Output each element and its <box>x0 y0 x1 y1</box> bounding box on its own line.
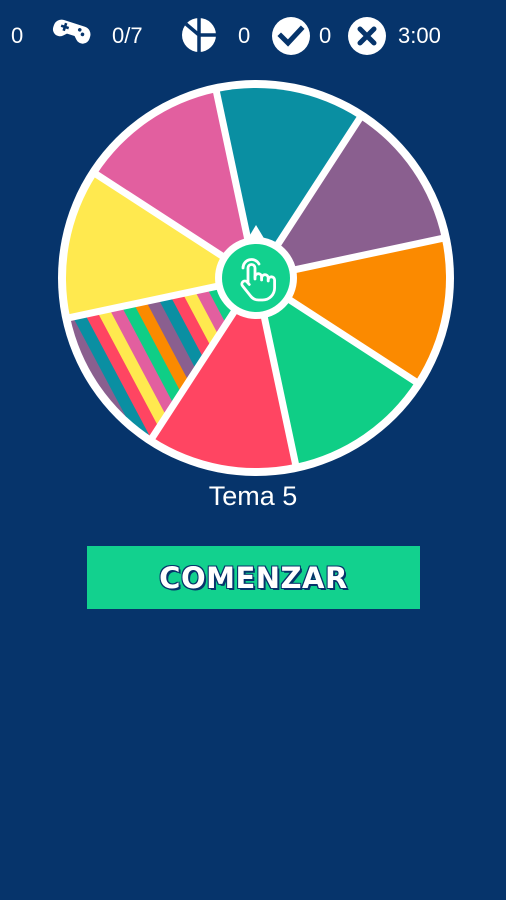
timer: 3:00 <box>398 23 441 48</box>
categories-count: 0 <box>238 23 251 48</box>
correct-count: 0 <box>319 23 332 48</box>
progress-count: 0/7 <box>112 23 143 48</box>
topic-label: Tema 5 <box>208 481 298 511</box>
start-button[interactable]: COMENZAR <box>87 546 420 609</box>
check-circle-icon <box>271 16 311 61</box>
spin-wheel[interactable] <box>56 78 456 478</box>
games-count: 0 <box>11 23 24 48</box>
gamepad-icon <box>52 14 92 53</box>
close-circle-icon <box>347 16 387 61</box>
status-bar: 0 0/7 0 0 3:00 <box>0 0 506 72</box>
pie-chart-icon <box>180 16 218 59</box>
